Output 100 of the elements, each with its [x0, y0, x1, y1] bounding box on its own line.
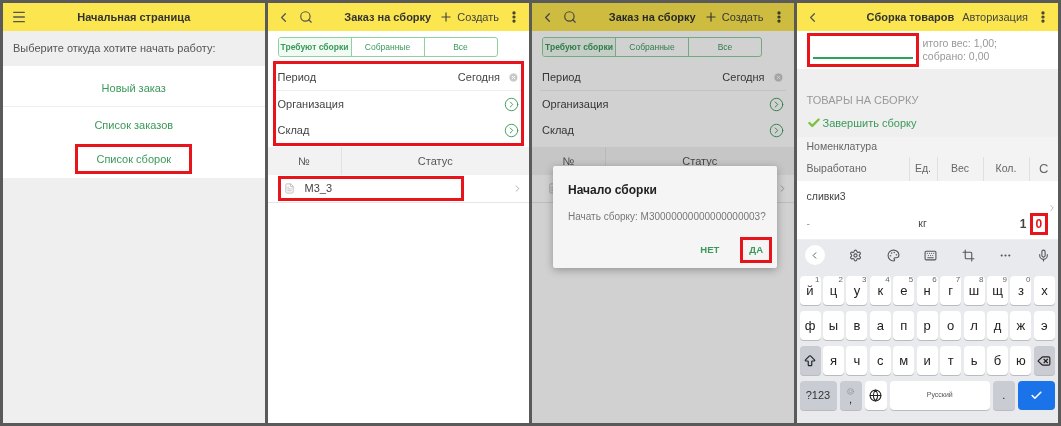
filter-row[interactable]: Организация — [540, 91, 786, 117]
filter-label: Организация — [542, 96, 610, 112]
key-hint: 3 — [861, 276, 867, 284]
key-hint: 0 — [1026, 276, 1031, 284]
select-icon[interactable] — [768, 96, 784, 112]
create-link[interactable]: Создать — [457, 8, 499, 26]
check-icon — [1029, 389, 1043, 402]
table-cell-text: - — [805, 216, 811, 232]
keyboard-key[interactable]: а — [869, 311, 891, 340]
filter-row[interactable]: Период Сегодня — [540, 64, 786, 90]
palette-icon[interactable] — [886, 248, 900, 262]
mic-icon[interactable] — [1036, 248, 1050, 262]
keyboard-key[interactable]: с — [869, 346, 891, 375]
keyboard-key[interactable]: б — [987, 346, 1008, 375]
plus-icon[interactable] — [703, 10, 718, 24]
column-header: Статус — [416, 153, 454, 169]
header-title: Заказ на сборку — [344, 9, 432, 25]
section-title: ТОВАРЫ НА СБОРКУ — [806, 93, 920, 108]
keyboard-key[interactable]: д — [987, 311, 1008, 340]
total-text: итого вес: 1,00; — [922, 37, 997, 50]
filter-label: Период — [542, 69, 582, 85]
keyboard-key[interactable]: ь — [963, 346, 985, 375]
filter-row[interactable]: Период Сегодня — [275, 64, 521, 90]
keyboard-key[interactable]: й 1 — [799, 276, 821, 305]
header-title: Заказ на сборку — [608, 9, 696, 25]
settings-icon[interactable] — [849, 248, 863, 262]
filter-row[interactable]: Склад — [540, 117, 786, 143]
filter-tab[interactable]: Все — [688, 38, 761, 56]
key-hint: 4 — [885, 276, 890, 284]
keyboard-key[interactable]: щ 9 — [987, 276, 1008, 305]
keyboard-key[interactable]: ю — [1010, 346, 1032, 375]
select-icon[interactable] — [504, 122, 519, 138]
filter-row[interactable]: Склад — [275, 117, 521, 143]
check-icon — [806, 115, 821, 130]
menu-link[interactable]: Список сборок — [75, 143, 193, 174]
enter-key[interactable] — [1017, 381, 1055, 410]
keyboard-key[interactable]: м — [893, 346, 915, 375]
select-icon[interactable] — [768, 122, 784, 138]
menu-link[interactable]: Новый заказ — [80, 69, 187, 106]
keyboard-key[interactable]: о — [940, 311, 962, 340]
backspace-key[interactable] — [1033, 346, 1055, 375]
resize-icon[interactable] — [961, 248, 975, 262]
keyboard-key[interactable]: н 6 — [916, 276, 938, 305]
keyboard-key[interactable]: ф — [799, 311, 821, 340]
key-hint: 6 — [932, 276, 937, 284]
plus-icon[interactable] — [439, 10, 454, 24]
symbols-key[interactable]: ?123 — [799, 381, 837, 410]
key-hint: 1 — [815, 276, 820, 284]
comma-key[interactable]: , — [839, 381, 862, 410]
keyboard-icon[interactable] — [924, 248, 938, 262]
keyboard-key[interactable]: и — [916, 346, 938, 375]
keyboard-key[interactable]: л — [963, 311, 985, 340]
header-title: Начальная страница — [76, 9, 192, 25]
table-cell: 0 — [1029, 213, 1049, 235]
column-header: № — [267, 147, 342, 175]
filter-label: Организация — [277, 96, 345, 112]
keyboard-key[interactable]: т — [940, 346, 962, 375]
menu-icon[interactable] — [11, 9, 27, 25]
table-cell-text: кг — [917, 216, 928, 232]
keyboard-key[interactable]: ч — [846, 346, 868, 375]
shift-icon — [803, 353, 817, 368]
keyboard-key[interactable]: ш 8 — [963, 276, 985, 305]
globe-icon — [869, 389, 883, 402]
menu-link[interactable]: Список заказов — [73, 107, 195, 144]
filter-tab[interactable]: Собранные — [615, 38, 688, 56]
total-text: собрано: 0,00 — [922, 50, 991, 63]
shift-key[interactable] — [799, 346, 821, 375]
keyboard-key[interactable]: э — [1033, 311, 1055, 340]
filter-tab[interactable]: Собранные — [350, 38, 424, 56]
create-link[interactable]: Создать — [721, 8, 764, 26]
keyboard-key[interactable]: з 0 — [1010, 276, 1032, 305]
keyboard-key[interactable]: р — [916, 311, 938, 340]
column-header: Выработано — [805, 161, 868, 177]
login-link[interactable]: Авторизация — [962, 8, 1028, 26]
keyboard-key[interactable]: г 7 — [940, 276, 962, 305]
keyboard-key[interactable]: ц 2 — [822, 276, 844, 305]
filter-row[interactable]: Организация — [275, 91, 521, 117]
keyboard-key[interactable]: п — [893, 311, 915, 340]
keyboard-key[interactable]: е 5 — [893, 276, 915, 305]
keyboard-key[interactable]: у 3 — [846, 276, 868, 305]
order-number[interactable]: М3_3 — [304, 180, 333, 197]
header-title: Сборка товаров — [866, 9, 955, 25]
keyboard-key[interactable]: ы — [822, 311, 844, 340]
keyboard-key[interactable]: я — [822, 346, 844, 375]
language-key[interactable] — [864, 381, 887, 410]
filter-value: Сегодня — [457, 69, 500, 85]
filter-tab[interactable]: Все — [423, 38, 497, 56]
column-header: Статус — [681, 153, 719, 169]
select-icon[interactable] — [504, 96, 519, 112]
keyboard-key[interactable]: к 4 — [869, 276, 891, 305]
emoji-icon — [847, 388, 855, 395]
key-hint: 5 — [908, 276, 914, 284]
table-cell-text: 1 — [1018, 216, 1028, 233]
keyboard-key[interactable]: ж — [1010, 311, 1032, 340]
period-key[interactable]: . — [992, 381, 1015, 410]
key-hint: 9 — [1002, 276, 1007, 284]
keyboard-key[interactable]: в — [846, 311, 868, 340]
search-icon[interactable] — [563, 10, 577, 24]
keyboard-key[interactable]: х — [1033, 276, 1055, 305]
search-icon[interactable] — [298, 10, 313, 24]
